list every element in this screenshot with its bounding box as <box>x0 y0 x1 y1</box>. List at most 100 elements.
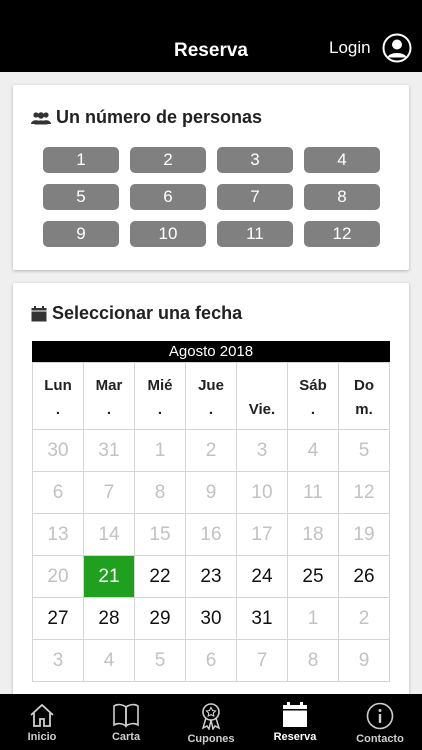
calendar-week-row: 3456789 <box>32 639 390 682</box>
people-option-button[interactable]: 9 <box>43 221 119 247</box>
calendar-day: 20 <box>32 555 84 598</box>
calendar-day: 17 <box>236 513 288 556</box>
people-option-button[interactable]: 1 <box>43 147 119 173</box>
calendar-week-row: 27 28 29 30 31 1 2 <box>32 597 390 640</box>
calendar-week-row: 30 31 1 2 3 4 5 <box>32 429 390 472</box>
calendar-day: 2 <box>338 597 390 640</box>
people-option-button[interactable]: 6 <box>130 184 206 210</box>
date-card: Seleccionar una fecha Agosto 2018 Lun. Ma… <box>13 283 409 703</box>
people-option-button[interactable]: 3 <box>217 147 293 173</box>
calendar-day: 1 <box>287 597 339 640</box>
calendar-day[interactable]: 30 <box>185 597 237 640</box>
calendar-day: 4 <box>287 429 339 472</box>
calendar-day: 9 <box>185 471 237 514</box>
calendar-day: 9 <box>338 639 390 682</box>
tab-contacto-label: Contacto <box>356 733 404 745</box>
calendar-day: 6 <box>32 471 84 514</box>
tab-carta[interactable]: Carta <box>96 694 156 750</box>
tab-reserva-label: Reserva <box>273 731 317 743</box>
calendar-day: 7 <box>236 639 288 682</box>
weekday-line2: Vie. <box>248 401 276 418</box>
calendar-day[interactable]: 29 <box>134 597 186 640</box>
people-card: Un número de personas 1 2 3 4 5 6 7 8 9 10 11 12 <box>13 85 409 270</box>
weekday-header: Vie. <box>236 362 288 430</box>
calendar-icon <box>31 305 47 321</box>
calendar-day: 6 <box>185 639 237 682</box>
calendar-day: 3 <box>236 429 288 472</box>
calendar-day: 4 <box>83 639 135 682</box>
calendar-day: 19 <box>338 513 390 556</box>
calendar-day: 11 <box>287 471 339 514</box>
calendar-day[interactable]: 24 <box>236 555 288 598</box>
calendar-day: 1 <box>134 429 186 472</box>
weekday-line1: Mié <box>147 377 173 394</box>
people-option-button[interactable]: 8 <box>304 184 380 210</box>
weekday-line2: . <box>106 401 112 418</box>
calendar-day[interactable]: 26 <box>338 555 390 598</box>
calendar-day: 14 <box>83 513 135 556</box>
calendar-day: 5 <box>134 639 186 682</box>
home-icon <box>30 703 54 727</box>
weekday-header: Do m. <box>338 362 390 430</box>
weekday-line2: . <box>157 401 163 418</box>
calendar: Agosto 2018 Lun. Mar. Mié. Jue. Vie. Sáb. Do m.… <box>32 341 390 682</box>
weekday-line1: Mar <box>95 377 123 394</box>
calendar-week-row: 20 21 22 23 24 25 26 <box>32 555 390 598</box>
user-avatar-icon[interactable] <box>382 33 412 63</box>
date-title-text: Seleccionar una fecha <box>52 303 243 323</box>
weekday-line1: Lun <box>44 377 72 394</box>
top-bar: Reserva Login <box>0 0 422 72</box>
calendar-day-selected[interactable]: 21 <box>83 555 135 598</box>
calendar-day: 5 <box>338 429 390 472</box>
calendar-day: 7 <box>83 471 135 514</box>
people-option-button[interactable]: 10 <box>130 221 206 247</box>
info-icon <box>366 702 394 730</box>
calendar-day: 12 <box>338 471 390 514</box>
calendar-week-row: 6 7 8 9 10 11 12 <box>32 471 390 514</box>
calendar-day[interactable]: 25 <box>287 555 339 598</box>
login-link[interactable]: Login <box>329 38 371 58</box>
weekday-line2: m. <box>355 401 373 418</box>
calendar-day[interactable]: 23 <box>185 555 237 598</box>
calendar-day: 10 <box>236 471 288 514</box>
calendar-day: 30 <box>32 429 84 472</box>
people-option-button[interactable]: 7 <box>217 184 293 210</box>
calendar-grid: Lun. Mar. Mié. Jue. Vie. Sáb. Do m. 30 31 1 2 3 4 5 6 7… <box>32 362 390 682</box>
calendar-day: 13 <box>32 513 84 556</box>
calendar-day[interactable]: 28 <box>83 597 135 640</box>
tab-cupones[interactable]: Cupones <box>180 694 242 750</box>
people-option-button[interactable]: 4 <box>304 147 380 173</box>
tab-reserva[interactable]: Reserva <box>265 694 325 750</box>
weekday-header: Sáb. <box>287 362 339 430</box>
weekday-line2: . <box>208 401 214 418</box>
calendar-day: 8 <box>134 471 186 514</box>
calendar-icon <box>283 702 307 727</box>
calendar-day: 16 <box>185 513 237 556</box>
weekday-line1: Sáb <box>299 377 327 394</box>
weekday-line2: . <box>55 401 61 418</box>
weekday-line1: Jue <box>198 377 224 394</box>
users-icon <box>31 111 51 124</box>
weekday-header: Mié. <box>134 362 186 430</box>
people-option-button[interactable]: 12 <box>304 221 380 247</box>
calendar-day[interactable]: 22 <box>134 555 186 598</box>
weekday-line1 <box>237 374 287 398</box>
calendar-day: 18 <box>287 513 339 556</box>
weekday-header: Lun. <box>32 362 84 430</box>
calendar-day: 15 <box>134 513 186 556</box>
calendar-day[interactable]: 31 <box>236 597 288 640</box>
tab-contacto[interactable]: Contacto <box>350 694 410 750</box>
calendar-day: 3 <box>32 639 84 682</box>
calendar-day[interactable]: 27 <box>32 597 84 640</box>
tab-inicio[interactable]: Inicio <box>12 694 72 750</box>
people-option-button[interactable]: 5 <box>43 184 119 210</box>
book-icon <box>113 703 139 728</box>
weekday-header: Jue. <box>185 362 237 430</box>
badge-icon <box>201 703 221 730</box>
people-option-button[interactable]: 2 <box>130 147 206 173</box>
calendar-day: 31 <box>83 429 135 472</box>
tab-cupones-label: Cupones <box>187 733 235 745</box>
calendar-day: 8 <box>287 639 339 682</box>
people-option-button[interactable]: 11 <box>217 221 293 247</box>
tab-carta-label: Carta <box>111 731 141 743</box>
